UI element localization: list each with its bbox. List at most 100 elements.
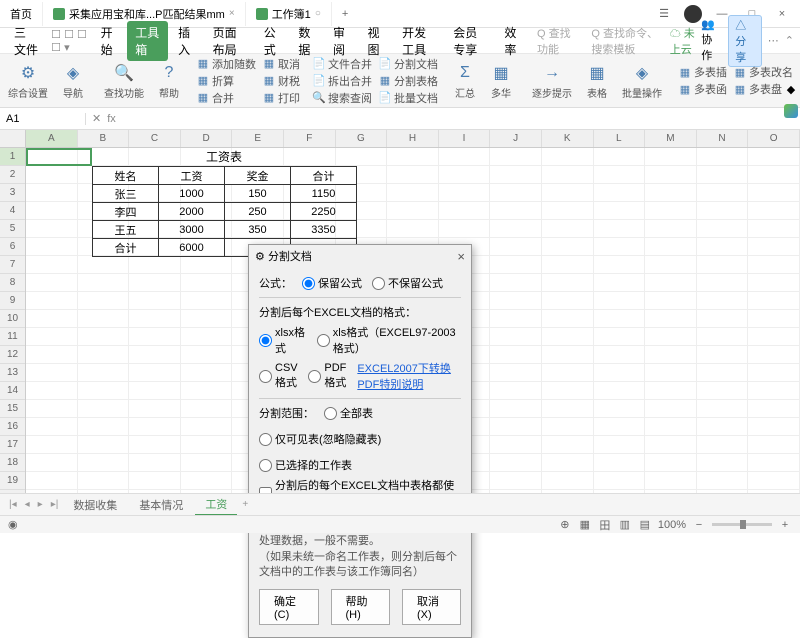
sheet-nav-next[interactable]: ▸ xyxy=(35,499,46,510)
menu-layout[interactable]: 页面布局 xyxy=(205,21,254,61)
dialog-close-button[interactable]: × xyxy=(457,249,465,264)
ok-button[interactable]: 确定(C) xyxy=(259,589,319,625)
radio-xlsx[interactable]: xlsx格式 xyxy=(259,324,307,356)
row-header[interactable]: 17 xyxy=(0,436,25,454)
radio-selected[interactable]: 已选择的工作表 xyxy=(259,457,352,473)
table-cell[interactable]: 1150 xyxy=(291,185,357,203)
table-cell[interactable]: 李四 xyxy=(93,203,159,221)
row-header[interactable]: 8 xyxy=(0,274,25,292)
row-header[interactable]: 14 xyxy=(0,382,25,400)
table-cell[interactable]: 张三 xyxy=(93,185,159,203)
table-cell[interactable]: 250 xyxy=(225,203,291,221)
ribbon-table[interactable]: ▦表格 xyxy=(582,62,612,100)
zoom-value[interactable]: 100% xyxy=(658,519,686,531)
row-header[interactable]: 2 xyxy=(0,166,25,184)
col-header[interactable]: F xyxy=(284,130,336,147)
row-header[interactable]: 16 xyxy=(0,418,25,436)
row-header[interactable]: 12 xyxy=(0,346,25,364)
ribbon-item[interactable]: 📄拆出合并 xyxy=(312,73,372,89)
view-icon[interactable]: ▦ xyxy=(578,518,592,532)
row-header[interactable]: 10 xyxy=(0,310,25,328)
radio-xls[interactable]: xls格式（EXCEL97-2003格式） xyxy=(317,324,461,356)
table-cell[interactable]: 2000 xyxy=(159,203,225,221)
menu-toolbox[interactable]: 工具箱 xyxy=(127,21,168,61)
sidebar-icon[interactable] xyxy=(782,102,800,120)
col-header[interactable]: H xyxy=(387,130,439,147)
row-header[interactable]: 13 xyxy=(0,364,25,382)
ribbon-find[interactable]: 🔍查找功能 xyxy=(100,62,148,100)
ribbon-nav[interactable]: ◈导航 xyxy=(58,62,88,100)
ribbon-item[interactable]: ▦取消 xyxy=(262,56,300,72)
menu-start[interactable]: 开始 xyxy=(93,21,126,61)
sidebar-icon[interactable]: ◆ xyxy=(782,80,800,98)
new-tab-button[interactable]: + xyxy=(332,8,358,20)
radio-pdf[interactable]: PDF格式 xyxy=(308,362,347,390)
ribbon-item[interactable]: 📄批量文档 xyxy=(378,90,438,106)
ribbon-item[interactable]: ▦折算 xyxy=(196,73,256,89)
ribbon-item[interactable]: 📄文件合并 xyxy=(312,56,372,72)
ribbon-item[interactable]: ▦多表函 xyxy=(678,81,727,97)
col-header[interactable]: N xyxy=(697,130,749,147)
share-button[interactable]: △ 分享 xyxy=(728,15,762,67)
ribbon-item[interactable]: 🔍搜索查阅 xyxy=(312,90,372,106)
table-cell[interactable]: 6000 xyxy=(159,239,225,257)
sheet-tab[interactable]: 基本情况 xyxy=(129,495,193,515)
toolbar-icon[interactable]: ☐ ☐ ☐ ☐ ▾ xyxy=(51,28,90,54)
ribbon-item[interactable]: ▦合并 xyxy=(196,90,256,106)
cancel-icon[interactable]: ✕ xyxy=(92,112,101,125)
table-cell[interactable]: 3000 xyxy=(159,221,225,239)
col-header[interactable]: D xyxy=(181,130,233,147)
sheet-tab-active[interactable]: 工资 xyxy=(195,494,237,516)
row-header[interactable]: 19 xyxy=(0,472,25,490)
menu-insert[interactable]: 插入 xyxy=(170,21,203,61)
fx-button[interactable]: fx xyxy=(107,113,116,125)
row-header[interactable]: 4 xyxy=(0,202,25,220)
col-header[interactable]: L xyxy=(594,130,646,147)
table-cell[interactable]: 350 xyxy=(225,221,291,239)
search-template[interactable]: Q 查找命令、搜索模板 xyxy=(591,25,667,57)
col-header[interactable]: G xyxy=(336,130,388,147)
table-cell[interactable]: 王五 xyxy=(93,221,159,239)
row-header[interactable]: 1 xyxy=(0,148,25,166)
help-button[interactable]: 帮助(H) xyxy=(331,589,391,625)
cancel-button[interactable]: 取消(X) xyxy=(402,589,461,625)
ribbon-item[interactable]: ▦添加随数 xyxy=(196,56,256,72)
col-header[interactable]: K xyxy=(542,130,594,147)
sheet-nav-first[interactable]: |◂ xyxy=(6,499,20,510)
row-header[interactable]: 11 xyxy=(0,328,25,346)
file-menu[interactable]: 三 文件 xyxy=(6,21,49,61)
record-icon[interactable]: ◉ xyxy=(8,518,18,531)
menu-formula[interactable]: 公式 xyxy=(256,21,289,61)
expand-icon[interactable]: ⌃ xyxy=(785,34,794,47)
table-cell[interactable]: 合计 xyxy=(93,239,159,257)
col-header[interactable]: I xyxy=(439,130,491,147)
row-header[interactable]: 18 xyxy=(0,454,25,472)
name-box[interactable]: A1 xyxy=(0,113,86,125)
ribbon-multi[interactable]: ▦多华 xyxy=(486,62,516,100)
view-break-icon[interactable]: ▤ xyxy=(638,518,652,532)
row-header[interactable]: 7 xyxy=(0,256,25,274)
radio-csv[interactable]: CSV格式 xyxy=(259,362,298,390)
sheet-tab[interactable]: 数据收集 xyxy=(63,495,127,515)
pdf-help-link[interactable]: EXCEL2007下转换PDF特别说明 xyxy=(357,360,461,392)
menu-member[interactable]: 会员专享 xyxy=(445,21,494,61)
view-normal-icon[interactable]: 田 xyxy=(598,518,612,532)
ribbon-item[interactable]: ▦财税 xyxy=(262,73,300,89)
menu-review[interactable]: 审阅 xyxy=(325,21,358,61)
radio-drop-formula[interactable]: 不保留公式 xyxy=(372,275,443,291)
row-header[interactable]: 3 xyxy=(0,184,25,202)
cloud-status[interactable]: ☁ 未上云 xyxy=(670,25,696,57)
col-header[interactable]: E xyxy=(232,130,284,147)
col-header[interactable]: A xyxy=(26,130,78,147)
row-header[interactable]: 9 xyxy=(0,292,25,310)
search-feature[interactable]: Q 查找功能 xyxy=(537,25,575,57)
radio-keep-formula[interactable]: 保留公式 xyxy=(302,275,362,291)
col-header[interactable]: C xyxy=(129,130,181,147)
ribbon-hint[interactable]: →逐步提示 xyxy=(528,62,576,100)
ribbon-settings[interactable]: ⚙综合设置 xyxy=(4,62,52,100)
zoom-slider[interactable] xyxy=(712,523,772,526)
col-header[interactable]: M xyxy=(645,130,697,147)
close-icon[interactable]: ○ xyxy=(315,8,321,19)
ribbon-item[interactable]: ▦多表插 xyxy=(678,64,727,80)
ribbon-item[interactable]: ▦分割表格 xyxy=(378,73,438,89)
